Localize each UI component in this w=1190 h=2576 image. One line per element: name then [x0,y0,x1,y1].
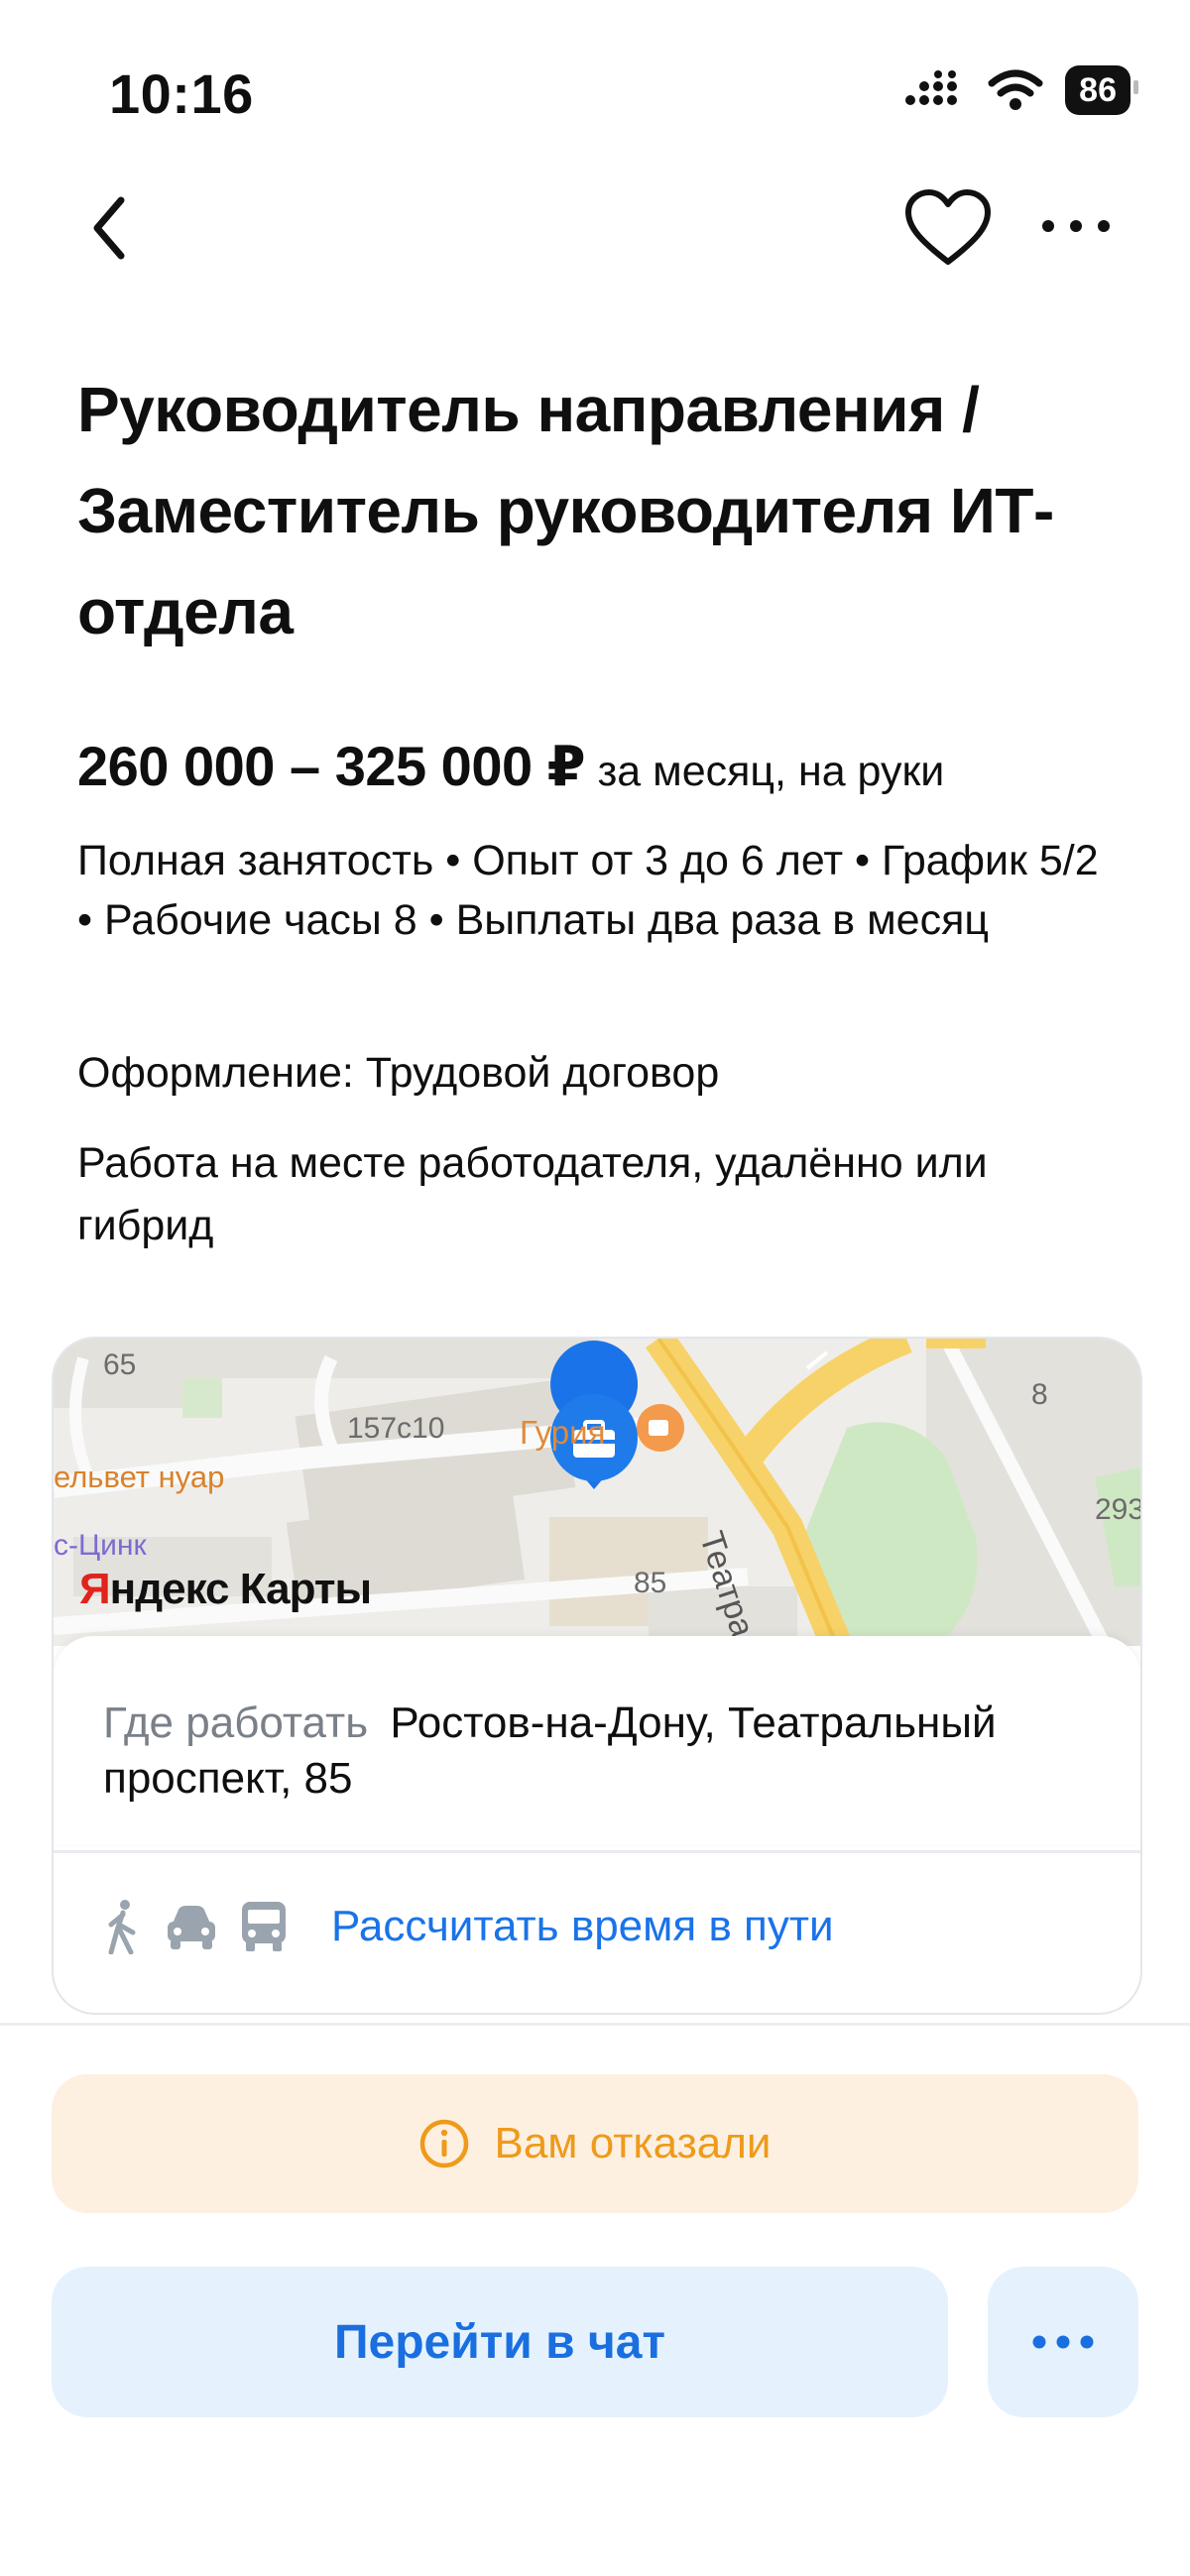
salary-row: 260 000 – 325 000 ₽ за месяц, на руки [77,734,1168,799]
address-label: Где работать [103,1698,369,1747]
address: Где работать Ростов-на-Дону, Театральный… [103,1696,1095,1807]
wifi-icon [988,69,1043,110]
map-label: 8 [1031,1378,1048,1411]
signal-icon [905,70,958,105]
salary-note: за месяц, на руки [597,748,945,795]
more-icon [1042,220,1110,232]
work-format: Работа на месте работодателя, удалённо и… [77,1139,988,1249]
battery-indicator: 86 [1065,65,1138,115]
car-icon [168,1906,215,1949]
heart-icon [905,189,991,265]
yandex-maps-logo: Яндекс Карты [79,1565,372,1613]
employment-details: Полная занятость • Опыт от 3 до 6 лет • … [77,837,1099,944]
vacancy-title: Руководитель направления / Заместитель р… [77,374,1054,647]
salary-range: 260 000 – 325 000 ₽ [77,735,586,797]
formalization: Оформление: Трудовой договор [77,1049,720,1097]
map-label: 293 [1095,1493,1142,1526]
divider [54,1850,1140,1853]
more-options-button[interactable] [1036,206,1116,246]
map-label: Гурия [520,1414,606,1451]
section-divider [0,2023,1190,2026]
bus-icon [242,1902,286,1951]
status-text: Вам отказали [494,2119,772,2167]
route-calculator[interactable]: Рассчитать время в пути [103,1872,834,1981]
calculate-route-link[interactable]: Рассчитать время в пути [331,1902,834,1951]
cafe-icon [637,1404,684,1452]
more-icon [1032,2335,1094,2349]
back-icon [93,196,125,260]
map-label: с-Цинк [54,1529,147,1562]
map-label: 65 [103,1348,137,1381]
status-icons: 86 [902,65,1138,115]
go-to-chat-button[interactable]: Перейти в чат [52,2267,948,2417]
map-label: ельвет нуар [54,1460,225,1494]
address-panel: Где работать Ростов-на-Дону, Театральный… [54,1636,1140,1844]
map-label: 157с10 [347,1412,445,1445]
favorite-button[interactable] [902,186,994,270]
map-label: 85 [634,1567,667,1599]
back-button[interactable] [79,188,149,268]
location-card: 65 157с10 Гурия ельвет нуар с-Цинк 85 8 … [52,1337,1142,2015]
info-icon [420,2119,469,2168]
application-status-banner: Вам отказали [52,2074,1138,2213]
map-preview[interactable]: 65 157с10 Гурия ельвет нуар с-Цинк 85 8 … [54,1339,1142,1695]
status-time: 10:16 [109,62,254,125]
more-actions-button[interactable] [988,2267,1138,2417]
walk-icon [108,1900,136,1954]
